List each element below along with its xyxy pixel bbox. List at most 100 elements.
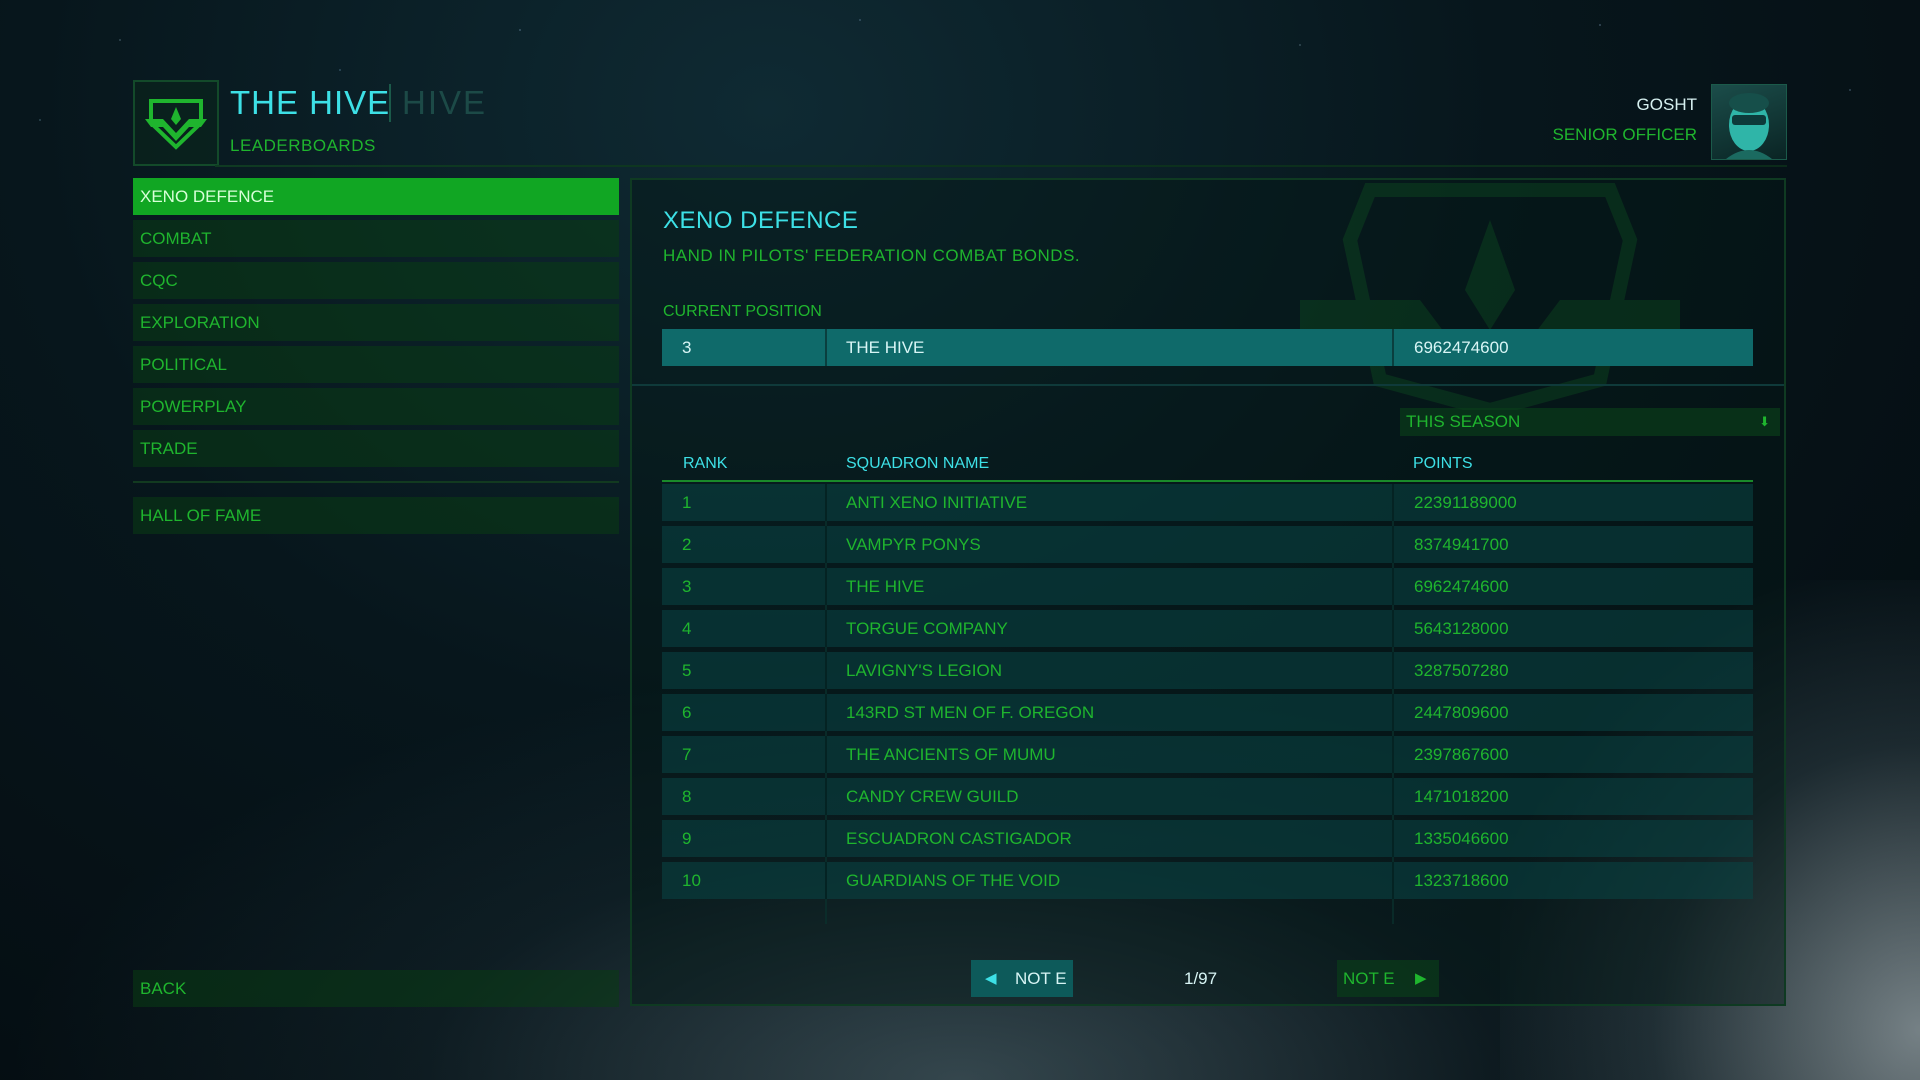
column-divider [825, 329, 827, 366]
row-points: 3287507280 [1414, 661, 1509, 680]
section-title: LEADERBOARDS [230, 136, 376, 155]
row-points: 5643128000 [1414, 619, 1509, 638]
column-divider [825, 694, 827, 731]
table-row[interactable]: 2 VAMPYR PONYS 8374941700 [662, 526, 1753, 563]
column-divider [1392, 862, 1394, 899]
commander-avatar [1711, 84, 1787, 160]
table-row[interactable]: 1 ANTI XENO INITIATIVE 22391189000 [662, 484, 1753, 521]
row-rank: 7 [682, 745, 692, 764]
column-divider [825, 652, 827, 689]
column-divider [825, 610, 827, 647]
column-header-squadron-name: SQUADRON NAME [846, 455, 990, 472]
table-row[interactable]: 9 ESCUADRON CASTIGADOR 1335046600 [662, 820, 1753, 857]
next-page-label: NOT E [1343, 969, 1395, 988]
row-rank: 6 [682, 703, 692, 722]
row-points: 22391189000 [1414, 493, 1517, 512]
column-divider [1392, 329, 1394, 366]
column-header-rank: RANK [683, 455, 728, 472]
back-button[interactable]: BACK [133, 970, 619, 1007]
column-divider [1392, 736, 1394, 773]
table-row[interactable]: 5 LAVIGNY'S LEGION 3287507280 [662, 652, 1753, 689]
page-counter: 1/97 [1184, 969, 1218, 988]
commander-name: GOSHT [1636, 95, 1697, 114]
column-divider [1392, 484, 1394, 521]
table-row[interactable]: 6 143RD ST MEN OF F. OREGON 2447809600 [662, 694, 1753, 731]
column-divider [825, 736, 827, 773]
column-divider [825, 568, 827, 605]
row-points: 2447809600 [1414, 703, 1509, 722]
header-divider [215, 165, 1787, 167]
row-rank: 1 [682, 493, 692, 512]
commander-rank: SENIOR OFFICER [1552, 125, 1697, 144]
row-points: 2397867600 [1414, 745, 1509, 764]
row-rank: 5 [682, 661, 692, 680]
row-squadron-name: 143RD ST MEN OF F. OREGON [846, 703, 1095, 722]
table-row[interactable]: 4 TORGUE COMPANY 5643128000 [662, 610, 1753, 647]
row-rank: 10 [682, 871, 701, 890]
column-divider [1392, 526, 1394, 563]
sidebar-divider [133, 481, 619, 483]
leaderboard-table: 1 ANTI XENO INITIATIVE 22391189000 2 VAMPYR … [662, 484, 1753, 904]
row-squadron-name: ESCUADRON CASTIGADOR [846, 829, 1072, 848]
squadron-name: THE HIVE [230, 84, 391, 121]
squadron-tag: HIVE [402, 84, 488, 121]
row-squadron-name: ANTI XENO INITIATIVE [846, 493, 1028, 512]
column-divider [1392, 820, 1394, 857]
prev-arrow-icon: ◀ [985, 970, 997, 987]
row-points: 1335046600 [1414, 829, 1509, 848]
sidebar-item-powerplay[interactable]: POWERPLAY [133, 388, 619, 425]
column-divider [1392, 778, 1394, 815]
sidebar-item-cqc[interactable]: CQC [133, 262, 619, 299]
table-row[interactable]: 3 THE HIVE 6962474600 [662, 568, 1753, 605]
row-squadron-name: GUARDIANS OF THE VOID [846, 871, 1061, 890]
period-dropdown[interactable]: THIS SEASON ⬇ [1400, 408, 1780, 436]
row-points: 6962474600 [1414, 577, 1509, 596]
column-divider [825, 862, 827, 899]
board-description: HAND IN PILOTS' FEDERATION COMBAT BONDS. [663, 246, 1081, 265]
table-row[interactable]: 7 THE ANCIENTS OF MUMU 2397867600 [662, 736, 1753, 773]
current-position-label: CURRENT POSITION [663, 303, 822, 320]
leaderboard-categories: XENO DEFENCE COMBAT CQC EXPLORATION POLI… [133, 178, 619, 539]
row-rank: 9 [682, 829, 692, 848]
row-squadron-name: VAMPYR PONYS [846, 535, 981, 554]
title-divider [389, 84, 391, 122]
board-title: XENO DEFENCE [663, 207, 859, 234]
column-divider [825, 526, 827, 563]
column-divider [825, 778, 827, 815]
row-points: 1323718600 [1414, 871, 1509, 890]
column-divider [825, 820, 827, 857]
row-points: 1471018200 [1414, 787, 1509, 806]
sidebar-item-combat[interactable]: COMBAT [133, 220, 619, 257]
current-points: 6962474600 [1414, 338, 1509, 357]
current-position-row: 3 THE HIVE 6962474600 [662, 329, 1753, 366]
sidebar-item-trade[interactable]: TRADE [133, 430, 619, 467]
column-divider [1392, 652, 1394, 689]
row-squadron-name: THE HIVE [846, 577, 925, 596]
squadron-emblem-icon [133, 80, 219, 166]
dropdown-arrow-icon: ⬇ [1759, 414, 1770, 429]
column-divider [1392, 568, 1394, 605]
next-arrow-icon: ▶ [1415, 970, 1427, 987]
row-rank: 4 [682, 619, 692, 638]
prev-page-button[interactable]: ◀ NOT E [971, 960, 1073, 997]
row-rank: 8 [682, 787, 692, 806]
sidebar-item-xeno-defence[interactable]: XENO DEFENCE [133, 178, 619, 215]
row-squadron-name: THE ANCIENTS OF MUMU [846, 745, 1056, 764]
table-row[interactable]: 8 CANDY CREW GUILD 1471018200 [662, 778, 1753, 815]
header-underline [662, 480, 1753, 482]
row-squadron-name: CANDY CREW GUILD [846, 787, 1019, 806]
row-rank: 3 [682, 577, 692, 596]
next-page-button[interactable]: NOT E ▶ [1337, 960, 1439, 997]
prev-page-label: NOT E [1015, 969, 1067, 988]
sidebar-item-political[interactable]: POLITICAL [133, 346, 619, 383]
table-row[interactable]: 10 GUARDIANS OF THE VOID 1323718600 [662, 862, 1753, 899]
period-selected: THIS SEASON [1406, 412, 1521, 431]
column-divider [1392, 694, 1394, 731]
column-divider [825, 484, 827, 521]
row-squadron-name: LAVIGNY'S LEGION [846, 661, 1002, 680]
row-squadron-name: TORGUE COMPANY [846, 619, 1008, 638]
current-rank: 3 [682, 338, 692, 357]
sidebar-item-hall-of-fame[interactable]: HALL OF FAME [133, 497, 619, 534]
sidebar-item-exploration[interactable]: EXPLORATION [133, 304, 619, 341]
row-rank: 2 [682, 535, 692, 554]
